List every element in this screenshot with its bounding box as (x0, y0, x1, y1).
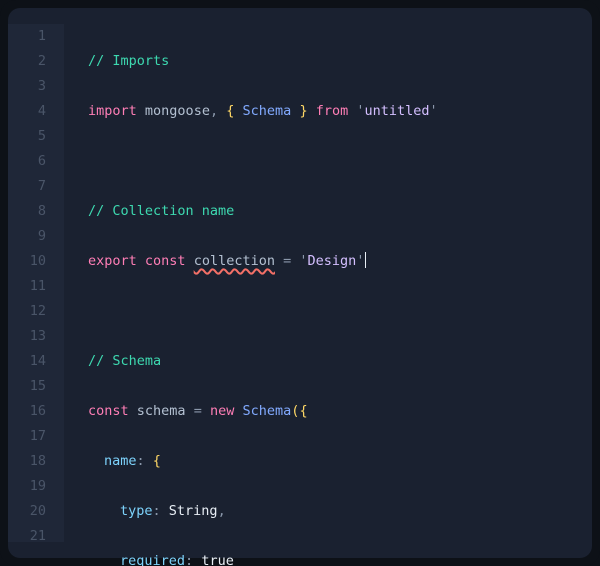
colon: : (185, 553, 193, 566)
line-number: 20 (8, 499, 46, 524)
comment-text: // Collection name (88, 203, 234, 219)
code-line[interactable]: name: { (88, 449, 592, 474)
comment-text: // Imports (88, 53, 169, 69)
line-number: 14 (8, 349, 46, 374)
code-line[interactable]: required: true (88, 549, 592, 566)
code-line-empty[interactable] (88, 299, 592, 324)
line-number: 3 (8, 74, 46, 99)
editor-window: 123456789101112131415161718192021 // Imp… (0, 0, 600, 566)
property-name: name (104, 453, 137, 469)
code-area[interactable]: // Imports import mongoose, { Schema } f… (64, 24, 592, 542)
line-number: 1 (8, 24, 46, 49)
keyword-new: new (210, 403, 234, 419)
comma: , (218, 503, 226, 519)
line-number: 12 (8, 299, 46, 324)
code-line-empty[interactable] (88, 149, 592, 174)
brace-open: { (153, 453, 161, 469)
line-number: 4 (8, 99, 46, 124)
line-number: 6 (8, 149, 46, 174)
quote: ' (430, 103, 438, 119)
code-line[interactable]: // Collection name (88, 199, 592, 224)
code-line[interactable]: import mongoose, { Schema } from 'untitl… (88, 99, 592, 124)
line-number: 15 (8, 374, 46, 399)
keyword-from: from (316, 103, 349, 119)
type-name: Schema (243, 103, 292, 119)
line-number: 9 (8, 224, 46, 249)
brace-open: { (299, 403, 307, 419)
line-number: 7 (8, 174, 46, 199)
line-number: 21 (8, 524, 46, 549)
brace-open: { (226, 103, 234, 119)
line-number: 17 (8, 424, 46, 449)
equals: = (194, 403, 202, 419)
line-number-gutter: 123456789101112131415161718192021 (8, 24, 64, 542)
class-name: Schema (243, 403, 292, 419)
code-line[interactable]: // Imports (88, 49, 592, 74)
colon: : (153, 503, 161, 519)
identifier-error: collection (194, 253, 275, 269)
line-number: 18 (8, 449, 46, 474)
identifier: mongoose (145, 103, 210, 119)
code-line[interactable]: const schema = new Schema({ (88, 399, 592, 424)
value: true (201, 553, 234, 566)
line-number: 2 (8, 49, 46, 74)
keyword-export: export (88, 253, 137, 269)
property-name: type (120, 503, 153, 519)
property-name: required (120, 553, 185, 566)
line-number: 16 (8, 399, 46, 424)
string-literal: untitled (365, 103, 430, 119)
comment-text: // Schema (88, 353, 161, 369)
code-line[interactable]: export const collection = 'Design' (88, 249, 592, 274)
brace-close: } (299, 103, 307, 119)
line-number: 13 (8, 324, 46, 349)
line-number: 8 (8, 199, 46, 224)
string-literal: Design (308, 253, 357, 269)
text-cursor (365, 252, 366, 268)
identifier: schema (137, 403, 186, 419)
code-line[interactable]: type: String, (88, 499, 592, 524)
value: String (169, 503, 218, 519)
colon: : (137, 453, 145, 469)
quote: ' (356, 253, 364, 269)
keyword-const: const (88, 403, 129, 419)
comma: , (210, 103, 218, 119)
quote: ' (299, 253, 307, 269)
equals: = (283, 253, 291, 269)
code-editor[interactable]: 123456789101112131415161718192021 // Imp… (8, 8, 592, 558)
code-line[interactable]: // Schema (88, 349, 592, 374)
line-number: 5 (8, 124, 46, 149)
line-number: 19 (8, 474, 46, 499)
line-number: 10 (8, 249, 46, 274)
keyword-const: const (145, 253, 186, 269)
keyword-import: import (88, 103, 137, 119)
line-number: 11 (8, 274, 46, 299)
quote: ' (356, 103, 364, 119)
